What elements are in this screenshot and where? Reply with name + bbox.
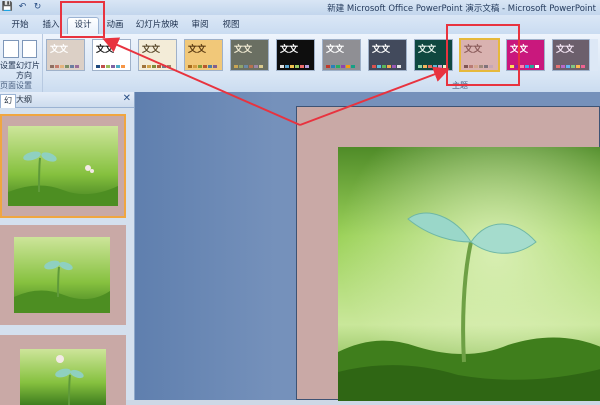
annotation-arrows xyxy=(102,37,450,126)
arrow-to-design-tab xyxy=(102,37,301,126)
arrow-to-theme xyxy=(299,66,450,126)
